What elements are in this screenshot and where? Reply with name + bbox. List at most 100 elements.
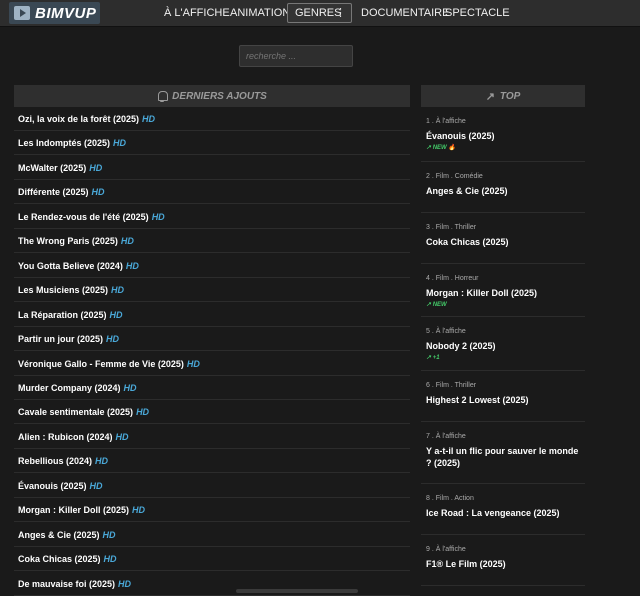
top-item[interactable]: 4 . Film . Horreur Morgan : Killer Doll (… xyxy=(421,264,585,317)
movie-title: Alien : Rubicon (2024) xyxy=(18,431,113,442)
nav-item-documentaire[interactable]: DOCUMENTAIRE xyxy=(361,7,449,19)
movie-title: Cavale sentimentale (2025) xyxy=(18,407,134,418)
quality-badge: HD xyxy=(91,187,105,198)
nav-item-spectacle[interactable]: SPECTACLE xyxy=(445,7,510,19)
list-item[interactable]: Partir un jour (2025) HD xyxy=(14,327,410,352)
top-item[interactable]: 7 . À l'affiche Y a-t-il un flic pour sau… xyxy=(421,422,585,484)
top-item-title: Ice Road : La vengeance (2025) xyxy=(426,508,560,518)
search-input[interactable] xyxy=(239,45,353,67)
horizontal-scrollbar[interactable] xyxy=(236,589,358,593)
list-item[interactable]: Coka Chicas (2025) HD xyxy=(14,547,410,572)
top-item-meta: 1 . À l'affiche xyxy=(426,118,466,125)
quality-badge: HD xyxy=(106,334,120,345)
top-item[interactable]: 6 . Film . Thriller Highest 2 Lowest (202… xyxy=(421,371,585,422)
top-item-meta: 7 . À l'affiche xyxy=(426,433,466,440)
top-panel-header: ↗ TOP xyxy=(421,85,585,107)
trending-up-icon: ↗ xyxy=(426,145,433,151)
quality-badge: HD xyxy=(123,382,137,393)
top-item-meta: 4 . Film . Horreur xyxy=(426,275,479,282)
quality-badge: HD xyxy=(113,138,127,149)
more-vertical-icon: ⋮ xyxy=(335,7,346,19)
movie-title: Le Rendez-vous de l'été (2025) xyxy=(18,211,149,222)
movie-title: Rebellious (2024) xyxy=(18,456,93,467)
list-item[interactable]: Le Rendez-vous de l'été (2025) HD xyxy=(14,205,410,229)
movie-title: The Wrong Paris (2025) xyxy=(18,236,118,247)
top-item-title: Morgan : Killer Doll (2025) xyxy=(426,288,538,298)
top-item-meta: 8 . Film . Action xyxy=(426,495,474,502)
top-heading: TOP xyxy=(499,90,521,102)
quality-badge: HD xyxy=(109,309,123,320)
top-item-title: Anges & Cie (2025) xyxy=(426,186,508,196)
list-item[interactable]: You Gotta Believe (2024) HD xyxy=(14,254,410,278)
top-item[interactable]: 1 . À l'affiche Évanouis (2025) ↗ NEW 🔥 xyxy=(421,107,585,162)
top-item-title: Coka Chicas (2025) xyxy=(426,237,509,247)
top-item[interactable]: 9 . À l'affiche F1® Le Film (2025) xyxy=(421,535,585,586)
list-item[interactable]: Différente (2025) HD xyxy=(14,180,410,205)
quality-badge: HD xyxy=(103,554,117,565)
quality-badge: HD xyxy=(102,529,116,540)
movie-title: Coka Chicas (2025) xyxy=(18,554,101,565)
list-item[interactable]: Véronique Gallo - Femme de Vie (2025) HD xyxy=(14,352,410,376)
movie-title: Différente (2025) xyxy=(18,187,89,198)
top-item-title: Évanouis (2025) xyxy=(426,131,495,141)
trend-badge: ↗ +1 xyxy=(426,354,585,361)
latest-panel-header: DERNIERS AJOUTS xyxy=(14,85,410,107)
top-item[interactable]: 8 . Film . Action Ice Road : La vengeance… xyxy=(421,484,585,535)
top-item-title: F1® Le Film (2025) xyxy=(426,559,506,569)
list-item[interactable]: Les Musiciens (2025) HD xyxy=(14,278,410,303)
quality-badge: HD xyxy=(151,211,165,222)
movie-title: Murder Company (2024) xyxy=(18,382,121,393)
quality-badge: HD xyxy=(111,285,125,296)
list-item[interactable]: Ozi, la voix de la forêt (2025) HD xyxy=(14,107,410,131)
list-item[interactable]: Évanouis (2025) HD xyxy=(14,474,410,498)
top-item-meta: 2 . Film . Comédie xyxy=(426,173,483,180)
movie-title: Anges & Cie (2025) xyxy=(18,529,100,540)
quality-badge: HD xyxy=(118,578,132,589)
top-navigation-bar: BIMVUP À L'AFFICHE ANIMATION GENRES ⋮ DO… xyxy=(0,0,640,27)
top-item-meta: 5 . À l'affiche xyxy=(426,328,466,335)
movie-title: You Gotta Believe (2024) xyxy=(18,260,123,271)
top-item-title: Nobody 2 (2025) xyxy=(426,341,496,351)
play-icon xyxy=(14,6,30,20)
nav-item-a-l-affiche[interactable]: À L'AFFICHE xyxy=(164,7,230,19)
list-item[interactable]: Murder Company (2024) HD xyxy=(14,376,410,400)
top-item-title: Y a-t-il un flic pour sauver le monde ? … xyxy=(426,446,579,468)
list-item[interactable]: The Wrong Paris (2025) HD xyxy=(14,229,410,254)
list-item[interactable]: La Réparation (2025) HD xyxy=(14,303,410,327)
site-logo[interactable]: BIMVUP xyxy=(9,2,100,24)
top-item[interactable]: 2 . Film . Comédie Anges & Cie (2025) xyxy=(421,162,585,213)
list-item[interactable]: Les Indomptés (2025) HD xyxy=(14,131,410,156)
list-item[interactable]: Anges & Cie (2025) HD xyxy=(14,523,410,547)
list-item[interactable]: Morgan : Killer Doll (2025) HD xyxy=(14,498,410,523)
quality-badge: HD xyxy=(142,114,156,124)
trending-up-icon: ↗ xyxy=(426,302,433,308)
quality-badge: HD xyxy=(89,162,103,173)
movie-title: Partir un jour (2025) xyxy=(18,334,104,345)
movie-title: Ozi, la voix de la forêt (2025) xyxy=(18,114,140,124)
list-item[interactable]: Alien : Rubicon (2024) HD xyxy=(14,425,410,449)
trending-up-icon: ↗ xyxy=(426,355,433,361)
top-item-meta: 9 . À l'affiche xyxy=(426,546,466,553)
movie-title: De mauvaise foi (2025) xyxy=(18,578,116,589)
quality-badge: HD xyxy=(132,505,146,516)
nav-item-genres-dropdown[interactable]: GENRES ⋮ xyxy=(287,3,352,23)
trend-badge: ↗ NEW 🔥 xyxy=(426,144,585,151)
quality-badge: HD xyxy=(136,407,150,418)
movie-title: Morgan : Killer Doll (2025) xyxy=(18,505,130,516)
list-item[interactable]: Rebellious (2024) HD xyxy=(14,449,410,474)
list-item[interactable]: Cavale sentimentale (2025) HD xyxy=(14,400,410,425)
list-item[interactable]: McWalter (2025) HD xyxy=(14,156,410,180)
trend-badge-label: NEW xyxy=(432,302,447,308)
quality-badge: HD xyxy=(95,456,109,467)
top-item[interactable]: 5 . À l'affiche Nobody 2 (2025) ↗ +1 xyxy=(421,317,585,371)
nav-item-animation[interactable]: ANIMATION xyxy=(230,7,290,19)
top-item-meta: 3 . Film . Thriller xyxy=(426,224,477,231)
movie-title: McWalter (2025) xyxy=(18,162,87,173)
trending-up-icon: ↗ xyxy=(485,90,495,103)
top-item[interactable]: 3 . Film . Thriller Coka Chicas (2025) xyxy=(421,213,585,264)
trend-badge: ↗ NEW xyxy=(426,301,585,308)
bell-icon xyxy=(157,90,169,102)
quality-badge: HD xyxy=(115,431,129,442)
movie-title: Les Musiciens (2025) xyxy=(18,285,109,296)
movie-title: Les Indomptés (2025) xyxy=(18,138,111,149)
